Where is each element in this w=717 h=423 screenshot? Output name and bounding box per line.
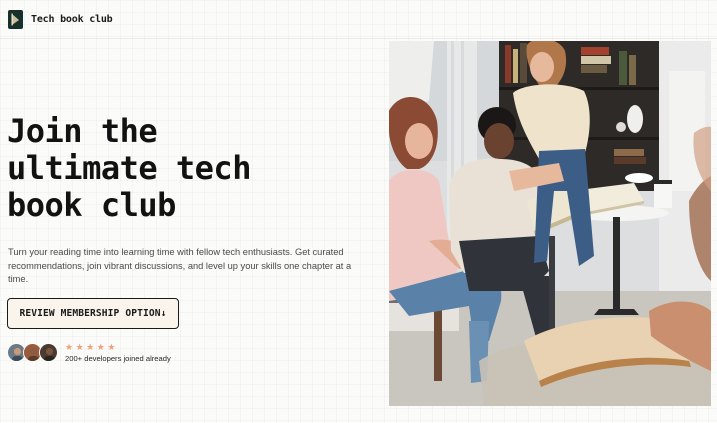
- avatar-group: [7, 342, 58, 362]
- star-icon: ★: [86, 341, 95, 352]
- book-logo-icon[interactable]: [8, 9, 23, 29]
- hero-title-line: Join the: [7, 112, 158, 150]
- proof-text: ★ ★ ★ ★ ★ 200+ developers joined already: [65, 342, 171, 363]
- star-rating: ★ ★ ★ ★ ★: [65, 342, 171, 352]
- star-icon: ★: [96, 341, 105, 352]
- review-membership-button[interactable]: REVIEW MEMBERSHIP OPTION↓: [7, 298, 179, 329]
- brand-name[interactable]: Tech book club: [31, 14, 113, 25]
- hero-title-line: book club: [7, 186, 176, 224]
- header-divider: [0, 38, 717, 39]
- hero-subtitle: Turn your reading time into learning tim…: [8, 247, 352, 284]
- avatar: [39, 342, 58, 362]
- star-icon: ★: [75, 341, 84, 352]
- social-proof: ★ ★ ★ ★ ★ 200+ developers joined already: [7, 341, 171, 363]
- people-reading-books-photo: [389, 41, 711, 406]
- proof-label: 200+ developers joined already: [65, 353, 171, 363]
- star-icon: ★: [65, 341, 74, 352]
- hero-title-line: ultimate tech: [7, 149, 251, 187]
- site-header: Tech book club: [0, 0, 717, 38]
- star-icon: ★: [107, 341, 116, 352]
- hero-title: Join the ultimate tech book club: [7, 113, 377, 224]
